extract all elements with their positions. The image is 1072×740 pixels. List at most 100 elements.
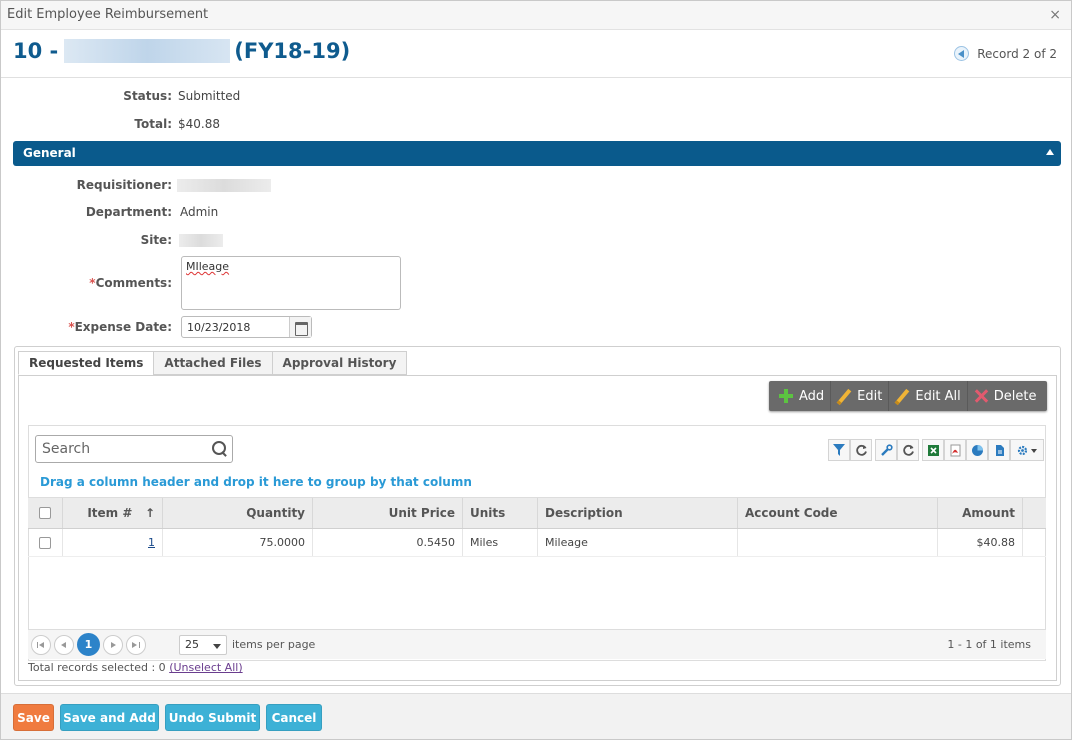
column-header-quantity[interactable]: Quantity bbox=[163, 498, 313, 528]
comments-text: MIleage bbox=[186, 260, 230, 273]
refresh-icon[interactable] bbox=[850, 439, 872, 461]
reset-icon[interactable] bbox=[897, 439, 919, 461]
column-header-units[interactable]: Units bbox=[463, 498, 538, 528]
selection-info: Total records selected : 0 (Unselect All… bbox=[28, 661, 243, 674]
record-navigation: Record 2 of 2 bbox=[954, 46, 1057, 61]
general-section-title: General bbox=[23, 146, 76, 160]
undo-submit-button[interactable]: Undo Submit bbox=[165, 704, 260, 731]
delete-button[interactable]: Delete bbox=[966, 381, 1043, 411]
excel-icon[interactable] bbox=[922, 439, 944, 461]
comments-textarea[interactable]: MIleage bbox=[181, 256, 401, 310]
comments-row: *Comments: bbox=[1, 276, 178, 290]
department-row: Department: Admin bbox=[1, 205, 218, 219]
column-header-description[interactable]: Description bbox=[538, 498, 738, 528]
save-button[interactable]: Save bbox=[13, 704, 54, 731]
document-icon[interactable] bbox=[988, 439, 1010, 461]
group-by-hint[interactable]: Drag a column header and drop it here to… bbox=[40, 475, 472, 489]
unselect-all-link[interactable]: (Unselect All) bbox=[169, 661, 242, 674]
cell-amount: $40.88 bbox=[938, 529, 1023, 556]
column-header-account-code[interactable]: Account Code bbox=[738, 498, 938, 528]
wrench-icon[interactable] bbox=[875, 439, 897, 461]
select-all-checkbox-cell[interactable] bbox=[28, 498, 63, 528]
items-toolbar: Add Edit Edit All Delete bbox=[769, 381, 1047, 411]
items-per-page-label: items per page bbox=[232, 638, 316, 651]
requisitioner-label: Requisitioner: bbox=[76, 178, 172, 192]
previous-page-button[interactable] bbox=[54, 634, 74, 655]
expense-date-label: *Expense Date: bbox=[68, 320, 172, 334]
cell-account-code bbox=[738, 529, 938, 556]
tab-approval-history[interactable]: Approval History bbox=[271, 351, 408, 375]
department-value: Admin bbox=[180, 205, 219, 219]
cell-unit-price: 0.5450 bbox=[313, 529, 463, 556]
tab-requested-items[interactable]: Requested Items bbox=[18, 351, 155, 375]
status-value: Submitted bbox=[178, 89, 241, 103]
general-section-header[interactable]: General bbox=[13, 141, 1061, 166]
close-icon[interactable]: × bbox=[1049, 7, 1061, 23]
item-link[interactable]: 1 bbox=[148, 536, 155, 549]
first-page-button[interactable] bbox=[31, 634, 51, 655]
edit-all-button[interactable]: Edit All bbox=[888, 381, 966, 411]
cell-quantity: 75.0000 bbox=[163, 529, 313, 556]
dialog-titlebar: Edit Employee Reimbursement × bbox=[1, 1, 1071, 30]
add-button[interactable]: Add bbox=[773, 381, 830, 411]
pager-info: 1 - 1 of 1 items bbox=[947, 638, 1031, 651]
expense-date-input[interactable]: 10/23/2018 bbox=[181, 316, 312, 338]
column-header-item[interactable]: Item # ↑ bbox=[63, 498, 163, 528]
edit-reimbursement-dialog: Edit Employee Reimbursement × 10 - (FY18… bbox=[0, 0, 1072, 740]
row-checkbox[interactable] bbox=[39, 536, 51, 549]
selection-count: Total records selected : 0 bbox=[28, 661, 166, 674]
current-page-button[interactable]: 1 bbox=[77, 633, 100, 656]
search-icon[interactable] bbox=[212, 441, 228, 457]
expense-date-value[interactable]: 10/23/2018 bbox=[182, 317, 289, 337]
select-all-checkbox[interactable] bbox=[39, 507, 51, 519]
cancel-button[interactable]: Cancel bbox=[266, 704, 322, 731]
delete-icon bbox=[974, 389, 988, 403]
chart-icon[interactable] bbox=[966, 439, 988, 461]
redacted-site bbox=[179, 233, 223, 247]
redacted-name bbox=[64, 39, 231, 63]
site-label: Site: bbox=[140, 233, 172, 247]
requisitioner-row: Requisitioner: bbox=[1, 178, 271, 192]
next-page-button[interactable] bbox=[103, 634, 123, 655]
calendar-icon[interactable] bbox=[289, 317, 311, 337]
status-row: Status: Submitted bbox=[1, 89, 240, 103]
total-label: Total: bbox=[134, 117, 172, 131]
column-header-unit-price[interactable]: Unit Price bbox=[313, 498, 463, 528]
page-size-select[interactable]: 25 bbox=[179, 634, 227, 655]
cell-units: Miles bbox=[463, 529, 538, 556]
site-row: Site: bbox=[1, 233, 223, 247]
grid-tools bbox=[828, 439, 1044, 461]
collapse-icon[interactable] bbox=[1046, 149, 1054, 155]
tab-strip: Requested Items Attached Files Approval … bbox=[18, 351, 408, 375]
previous-record-icon[interactable] bbox=[954, 46, 970, 61]
total-value: $40.88 bbox=[178, 117, 220, 131]
table-row[interactable]: 1 75.0000 0.5450 Miles Mileage $40.88 bbox=[28, 529, 1046, 557]
pencil-icon bbox=[895, 389, 909, 403]
redacted-requisitioner bbox=[177, 178, 271, 192]
comments-label: *Comments: bbox=[89, 276, 172, 290]
edit-button[interactable]: Edit bbox=[830, 381, 888, 411]
record-title: 10 - (FY18-19) bbox=[13, 39, 350, 63]
row-checkbox-cell[interactable] bbox=[28, 529, 63, 556]
last-page-button[interactable] bbox=[126, 634, 146, 655]
grid-search-input[interactable]: Search bbox=[35, 435, 233, 463]
fiscal-year: (FY18-19) bbox=[234, 39, 351, 63]
expense-date-row: *Expense Date: bbox=[1, 320, 178, 334]
record-position: Record 2 of 2 bbox=[977, 46, 1057, 61]
pencil-icon bbox=[837, 389, 851, 403]
settings-icon[interactable] bbox=[1010, 439, 1044, 461]
save-and-add-button[interactable]: Save and Add bbox=[60, 704, 159, 731]
pdf-icon[interactable] bbox=[944, 439, 966, 461]
cell-item: 1 bbox=[63, 529, 163, 556]
dialog-footer: Save Save and Add Undo Submit Cancel bbox=[1, 693, 1071, 739]
search-placeholder: Search bbox=[42, 441, 91, 457]
column-header-amount[interactable]: Amount bbox=[938, 498, 1023, 528]
grid-pager: 1 25 items per page 1 - 1 of 1 items bbox=[28, 629, 1046, 659]
plus-icon bbox=[779, 389, 793, 403]
tab-attached-files[interactable]: Attached Files bbox=[153, 351, 273, 375]
filter-icon[interactable] bbox=[828, 439, 850, 461]
dialog-title: Edit Employee Reimbursement bbox=[7, 7, 209, 22]
department-label: Department: bbox=[85, 205, 172, 219]
status-label: Status: bbox=[123, 89, 172, 103]
sort-ascending-icon: ↑ bbox=[144, 506, 155, 520]
